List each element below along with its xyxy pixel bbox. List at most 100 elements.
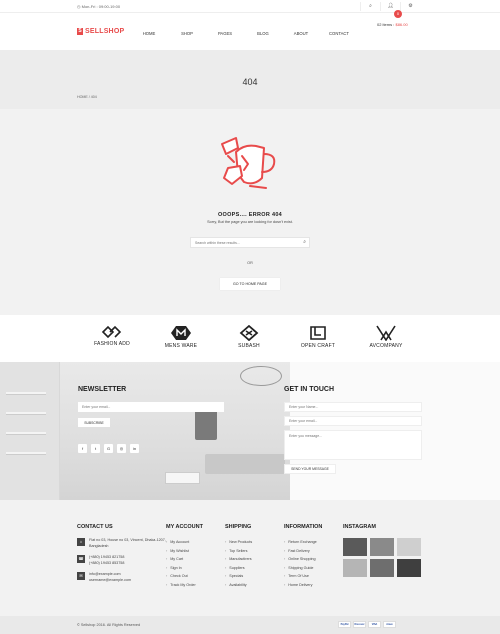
nav-contact[interactable]: CONTACT bbox=[320, 31, 358, 36]
information-links: Return Exchange Fast Delivery Online Sho… bbox=[284, 538, 322, 590]
contact-email-input[interactable] bbox=[284, 416, 422, 426]
shelf bbox=[6, 412, 46, 415]
instagram-photo[interactable] bbox=[370, 559, 394, 577]
instagram-photo[interactable] bbox=[370, 538, 394, 556]
nav-home[interactable]: HOME bbox=[130, 31, 168, 36]
instagram-photo[interactable] bbox=[397, 538, 421, 556]
amex-icon: Amex bbox=[383, 621, 396, 628]
nav-pages[interactable]: PAGES bbox=[206, 31, 244, 36]
footer-link[interactable]: Shipping Guide bbox=[284, 564, 322, 573]
footer-link[interactable]: Online Shopping bbox=[284, 555, 322, 564]
gear-icon[interactable]: ⚙ bbox=[400, 2, 420, 11]
visa-icon: VISA bbox=[368, 621, 381, 628]
footer-link[interactable]: Home Delivery bbox=[284, 581, 322, 590]
sofa bbox=[205, 454, 285, 474]
brand-open-craft[interactable]: OPEN CRAFT bbox=[288, 325, 348, 349]
page-title: 404 bbox=[242, 77, 258, 87]
brand-name: AVCOMPANY bbox=[369, 343, 403, 349]
payment-methods: PayPal Discover VISA Amex bbox=[338, 621, 396, 628]
footer: CONTACT US ⌂ Flat no 03, House no 03, Vi… bbox=[0, 500, 500, 616]
coffee-table bbox=[165, 472, 200, 484]
discover-icon: Discover bbox=[353, 621, 366, 628]
footer-link[interactable]: Suppliers bbox=[225, 564, 252, 573]
page-banner: 404 bbox=[0, 50, 500, 109]
brand-name: FASHION ADD bbox=[94, 341, 130, 347]
footer-link[interactable]: Return Exchange bbox=[284, 538, 322, 547]
brand-avcompany[interactable]: AVCOMPANY bbox=[356, 325, 416, 349]
top-bar: ◷ Mon-Fri : 09:00-19:00 ⌕ 👤︎ ⚙ bbox=[0, 0, 500, 13]
contact-phone: ☎ (+880) 19453 821758 (+880) 19453 85375… bbox=[77, 555, 169, 566]
brand-name: OPEN CRAFT bbox=[300, 343, 336, 349]
footer-link[interactable]: Top Sellers bbox=[225, 547, 252, 556]
copyright-bar: © Sellshop 2016. All Rights Reserved Pay… bbox=[0, 616, 500, 634]
fashion-add-logo-icon bbox=[101, 325, 122, 339]
footer-link[interactable]: Track My Order bbox=[166, 581, 203, 590]
instagram-photo[interactable] bbox=[343, 538, 367, 556]
header: S SELLSHOP HOME SHOP PAGES BLOG ABOUT CO… bbox=[0, 13, 500, 50]
brands-strip: FASHION ADD MENS WARE SUBASH OPEN CRAFT … bbox=[0, 315, 500, 362]
instagram-photo[interactable] bbox=[343, 559, 367, 577]
footer-link[interactable]: Sign In bbox=[166, 564, 203, 573]
subash-logo-icon bbox=[239, 325, 259, 341]
contact-message-input[interactable] bbox=[284, 430, 422, 460]
twitter-icon[interactable]: t bbox=[91, 444, 100, 453]
go-home-button[interactable]: GO TO HOME PAGE bbox=[220, 278, 280, 290]
footer-link[interactable]: Specials bbox=[225, 572, 252, 581]
brand-name: MENS WARE bbox=[164, 343, 198, 349]
cart-amount: $86.00 bbox=[395, 22, 408, 27]
nav-shop[interactable]: SHOP bbox=[168, 31, 206, 36]
linkedin-icon[interactable]: in bbox=[130, 444, 139, 453]
breadcrumb-current: 404 bbox=[90, 95, 97, 99]
footer-link[interactable]: My Cart bbox=[166, 555, 203, 564]
search-box: ⌕ bbox=[190, 237, 310, 248]
footer-link[interactable]: Availability bbox=[225, 581, 252, 590]
brand-subash[interactable]: SUBASH bbox=[219, 325, 279, 349]
footer-my-account: MY ACCOUNT My Account My Wishlist My Car… bbox=[166, 524, 203, 590]
showroom-image bbox=[0, 362, 290, 500]
send-message-button[interactable]: SEND YOUR MESSAGE bbox=[284, 464, 336, 474]
footer-shipping: SHIPPING New Products Top Sellers Manufa… bbox=[225, 524, 252, 590]
footer-contact-title: CONTACT US bbox=[77, 524, 113, 530]
nav-about[interactable]: ABOUT bbox=[282, 31, 320, 36]
footer-link[interactable]: Term Of Use bbox=[284, 572, 322, 581]
footer-link[interactable]: Manufactirers bbox=[225, 555, 252, 564]
shelf bbox=[6, 452, 46, 455]
cart-summary[interactable]: 02 items : $86.00 bbox=[377, 22, 408, 27]
instagram-grid bbox=[343, 538, 421, 577]
error-title: OOOPS.... ERROR 404 bbox=[217, 212, 283, 218]
search-input[interactable] bbox=[191, 238, 296, 247]
nav-blog[interactable]: BLOG bbox=[244, 31, 282, 36]
instagram-photo[interactable] bbox=[397, 559, 421, 577]
dribbble-icon[interactable]: ◎ bbox=[117, 444, 126, 453]
footer-link[interactable]: Fast Delivery bbox=[284, 547, 322, 556]
footer-link[interactable]: My Account bbox=[166, 538, 203, 547]
footer-instagram-title: INSTAGRAM bbox=[343, 524, 376, 530]
brand-fashion-add[interactable]: FASHION ADD bbox=[82, 325, 142, 347]
footer-link[interactable]: My Wishlist bbox=[166, 547, 203, 556]
footer-shipping-title: SHIPPING bbox=[225, 524, 252, 530]
search-icon[interactable]: ⌕ bbox=[303, 239, 306, 245]
footer-link[interactable]: Check Out bbox=[166, 572, 203, 581]
avcompany-logo-icon bbox=[376, 325, 396, 341]
logo-mark-icon: S bbox=[77, 28, 83, 35]
contact-email: ✉ info@example.com username@example.com bbox=[77, 572, 169, 583]
logo[interactable]: S SELLSHOP bbox=[77, 28, 124, 35]
google-plus-icon[interactable]: G bbox=[104, 444, 113, 453]
search-icon[interactable]: ⌕ bbox=[360, 2, 380, 11]
subscribe-button[interactable]: SUBSCRIBE bbox=[78, 418, 110, 427]
footer-link[interactable]: New Products bbox=[225, 538, 252, 547]
facebook-icon[interactable]: f bbox=[78, 444, 87, 453]
broken-cup-icon bbox=[221, 137, 276, 189]
footer-contact: CONTACT US ⌂ Flat no 03, House no 03, Vi… bbox=[77, 524, 169, 589]
breadcrumb-home[interactable]: HOME bbox=[77, 95, 88, 99]
cart-count-badge[interactable]: 0 bbox=[394, 10, 402, 18]
contact-name-input[interactable] bbox=[284, 402, 422, 412]
open-craft-logo-icon bbox=[310, 326, 326, 340]
brand-mens-ware[interactable]: MENS WARE bbox=[151, 325, 211, 349]
bicycle-wheel bbox=[240, 366, 282, 386]
breadcrumb: HOME / 404 bbox=[77, 95, 97, 99]
newsletter-email-input[interactable] bbox=[78, 402, 224, 412]
newsletter-contact-section: NEWSLETTER SUBSCRIBE f t G ◎ in GET IN T… bbox=[0, 362, 500, 500]
contact-email-text[interactable]: info@example.com username@example.com bbox=[89, 572, 169, 583]
newsletter-title: NEWSLETTER bbox=[78, 386, 127, 393]
